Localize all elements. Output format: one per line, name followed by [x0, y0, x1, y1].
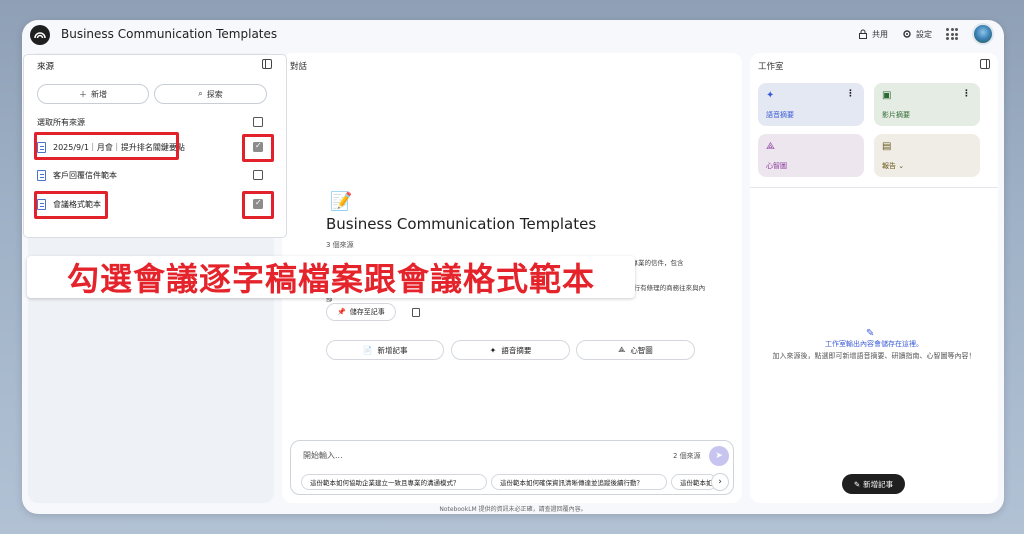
- select-all-checkbox[interactable]: [253, 117, 263, 127]
- copy-icon[interactable]: [412, 308, 420, 317]
- collapse-panel-icon[interactable]: [980, 59, 990, 69]
- share-button[interactable]: 共用: [858, 29, 888, 40]
- tile-label: 心智圖: [766, 162, 787, 170]
- top-bar: Business Communication Templates 共用 設定: [22, 20, 1004, 50]
- chat-input-box[interactable]: 開始輸入... 2 個來源 ➤ 這份範本如何協助企業建立一致且專業的溝通模式？ …: [290, 440, 734, 495]
- chat-panel-header: 對話: [290, 62, 308, 72]
- mind-map-icon: ⟁: [618, 345, 626, 354]
- gear-icon: [903, 30, 911, 38]
- apps-grid-icon[interactable]: [946, 28, 958, 40]
- studio-empty-title: 工作室輸出內容會儲存在這裡。: [825, 340, 923, 348]
- studio-empty-desc: 加入來源後，點選即可新增語音摘要、研讀指南、心智圖等內容！: [772, 352, 976, 360]
- send-button[interactable]: ➤: [709, 446, 729, 466]
- mind-map-chip[interactable]: ⟁ 心智圖: [576, 340, 695, 360]
- more-icon[interactable]: ⋮: [962, 89, 971, 99]
- search-label: 探索: [206, 89, 223, 99]
- audio-icon: ✦: [489, 345, 497, 355]
- caption-banner: 勾選會議逐字稿檔案跟會議格式範本: [27, 256, 635, 298]
- add-label: 新增: [91, 89, 107, 99]
- avatar[interactable]: [972, 23, 994, 45]
- studio-tile-report[interactable]: ▤ 報告 ⌄: [874, 134, 980, 177]
- audio-overview-chip[interactable]: ✦ 語音摘要: [451, 340, 570, 360]
- plus-icon: ＋: [79, 89, 87, 99]
- collapse-panel-icon[interactable]: [262, 59, 272, 69]
- discover-source-button[interactable]: ⌕ 探索: [154, 84, 267, 104]
- studio-panel-header: 工作室: [758, 62, 784, 72]
- pin-icon: 📌: [337, 308, 346, 316]
- report-icon: ▤: [882, 141, 892, 152]
- mind-map-icon: ⟁: [766, 141, 775, 152]
- chat-input-placeholder[interactable]: 開始輸入...: [303, 450, 343, 461]
- studio-divider: [750, 187, 998, 188]
- notebook-title[interactable]: Business Communication Templates: [61, 27, 277, 41]
- lock-icon: [859, 29, 867, 39]
- chevron-right-icon[interactable]: ›: [711, 473, 729, 491]
- search-icon: ⌕: [198, 89, 203, 98]
- notebook-emoji: 📝: [330, 191, 353, 212]
- source-checkbox[interactable]: [253, 170, 263, 180]
- annotation-box: [242, 134, 274, 162]
- source-item-label: 客戶回覆信件範本: [53, 170, 117, 180]
- studio-tile-mind-map[interactable]: ⟁ 心智圖: [758, 134, 864, 177]
- chat-notebook-title: Business Communication Templates: [326, 215, 597, 233]
- add-source-button[interactable]: ＋ 新增: [37, 84, 149, 104]
- tile-label: 語音摘要: [766, 111, 794, 119]
- chip-label: 新增記事: [377, 345, 408, 355]
- tile-label: 報告 ⌄: [882, 162, 905, 170]
- annotation-box: [242, 191, 274, 219]
- chat-source-count: 3 個來源: [326, 241, 354, 249]
- video-icon: ▣: [882, 90, 892, 101]
- footer-disclaimer: NotebookLM 提供的資訊未必正確，請查證回覆內容。: [439, 506, 587, 513]
- source-item[interactable]: 客戶回覆信件範本: [37, 166, 277, 184]
- document-icon: [37, 169, 46, 181]
- select-all-row[interactable]: 選取所有來源: [37, 113, 277, 131]
- source-panel-header: 來源: [37, 62, 55, 72]
- audio-icon: ✦: [766, 90, 775, 101]
- send-icon: ➤: [715, 451, 723, 461]
- save-note-label: 儲存至記事: [349, 308, 385, 316]
- add-note-chip[interactable]: 📄 新增記事: [326, 340, 444, 360]
- add-note-button[interactable]: ✎ 新增記事: [842, 474, 905, 494]
- add-note-label: 新增記事: [863, 479, 894, 489]
- pencil-icon: ✎: [853, 479, 861, 489]
- input-source-count: 2 個來源: [673, 452, 701, 460]
- studio-tile-audio[interactable]: ✦ ⋮ 語音摘要: [758, 83, 864, 126]
- notebooklm-logo-icon[interactable]: [30, 25, 50, 45]
- note-icon: 📄: [362, 345, 373, 355]
- annotation-box: [34, 191, 108, 219]
- magic-wand-icon: ✎: [866, 328, 875, 339]
- studio-panel: 工作室 ✦ ⋮ 語音摘要 ▣ ⋮ 影片摘要 ⟁ 心智圖 ▤ 報告 ⌄ ✎ 工作室…: [750, 53, 998, 503]
- more-icon[interactable]: ⋮: [846, 89, 855, 99]
- chip-label: 心智圖: [630, 345, 653, 355]
- select-all-label: 選取所有來源: [37, 117, 85, 127]
- settings-label: 設定: [916, 29, 932, 39]
- chip-label: 語音摘要: [501, 345, 532, 355]
- suggestion-chip[interactable]: 這份範本如何協助企業建立一致且專業的溝通模式？: [301, 474, 487, 490]
- studio-tile-video[interactable]: ▣ ⋮ 影片摘要: [874, 83, 980, 126]
- share-label: 共用: [872, 29, 888, 39]
- settings-button[interactable]: 設定: [902, 29, 932, 40]
- annotation-box: [34, 132, 179, 160]
- top-actions: 共用 設定: [858, 23, 994, 45]
- tile-label: 影片摘要: [882, 111, 910, 119]
- suggestion-chip[interactable]: 這份範本如何確保資訊清晰傳達並追蹤後續行動？: [491, 474, 667, 490]
- save-to-note-button[interactable]: 📌 儲存至記事: [326, 303, 396, 321]
